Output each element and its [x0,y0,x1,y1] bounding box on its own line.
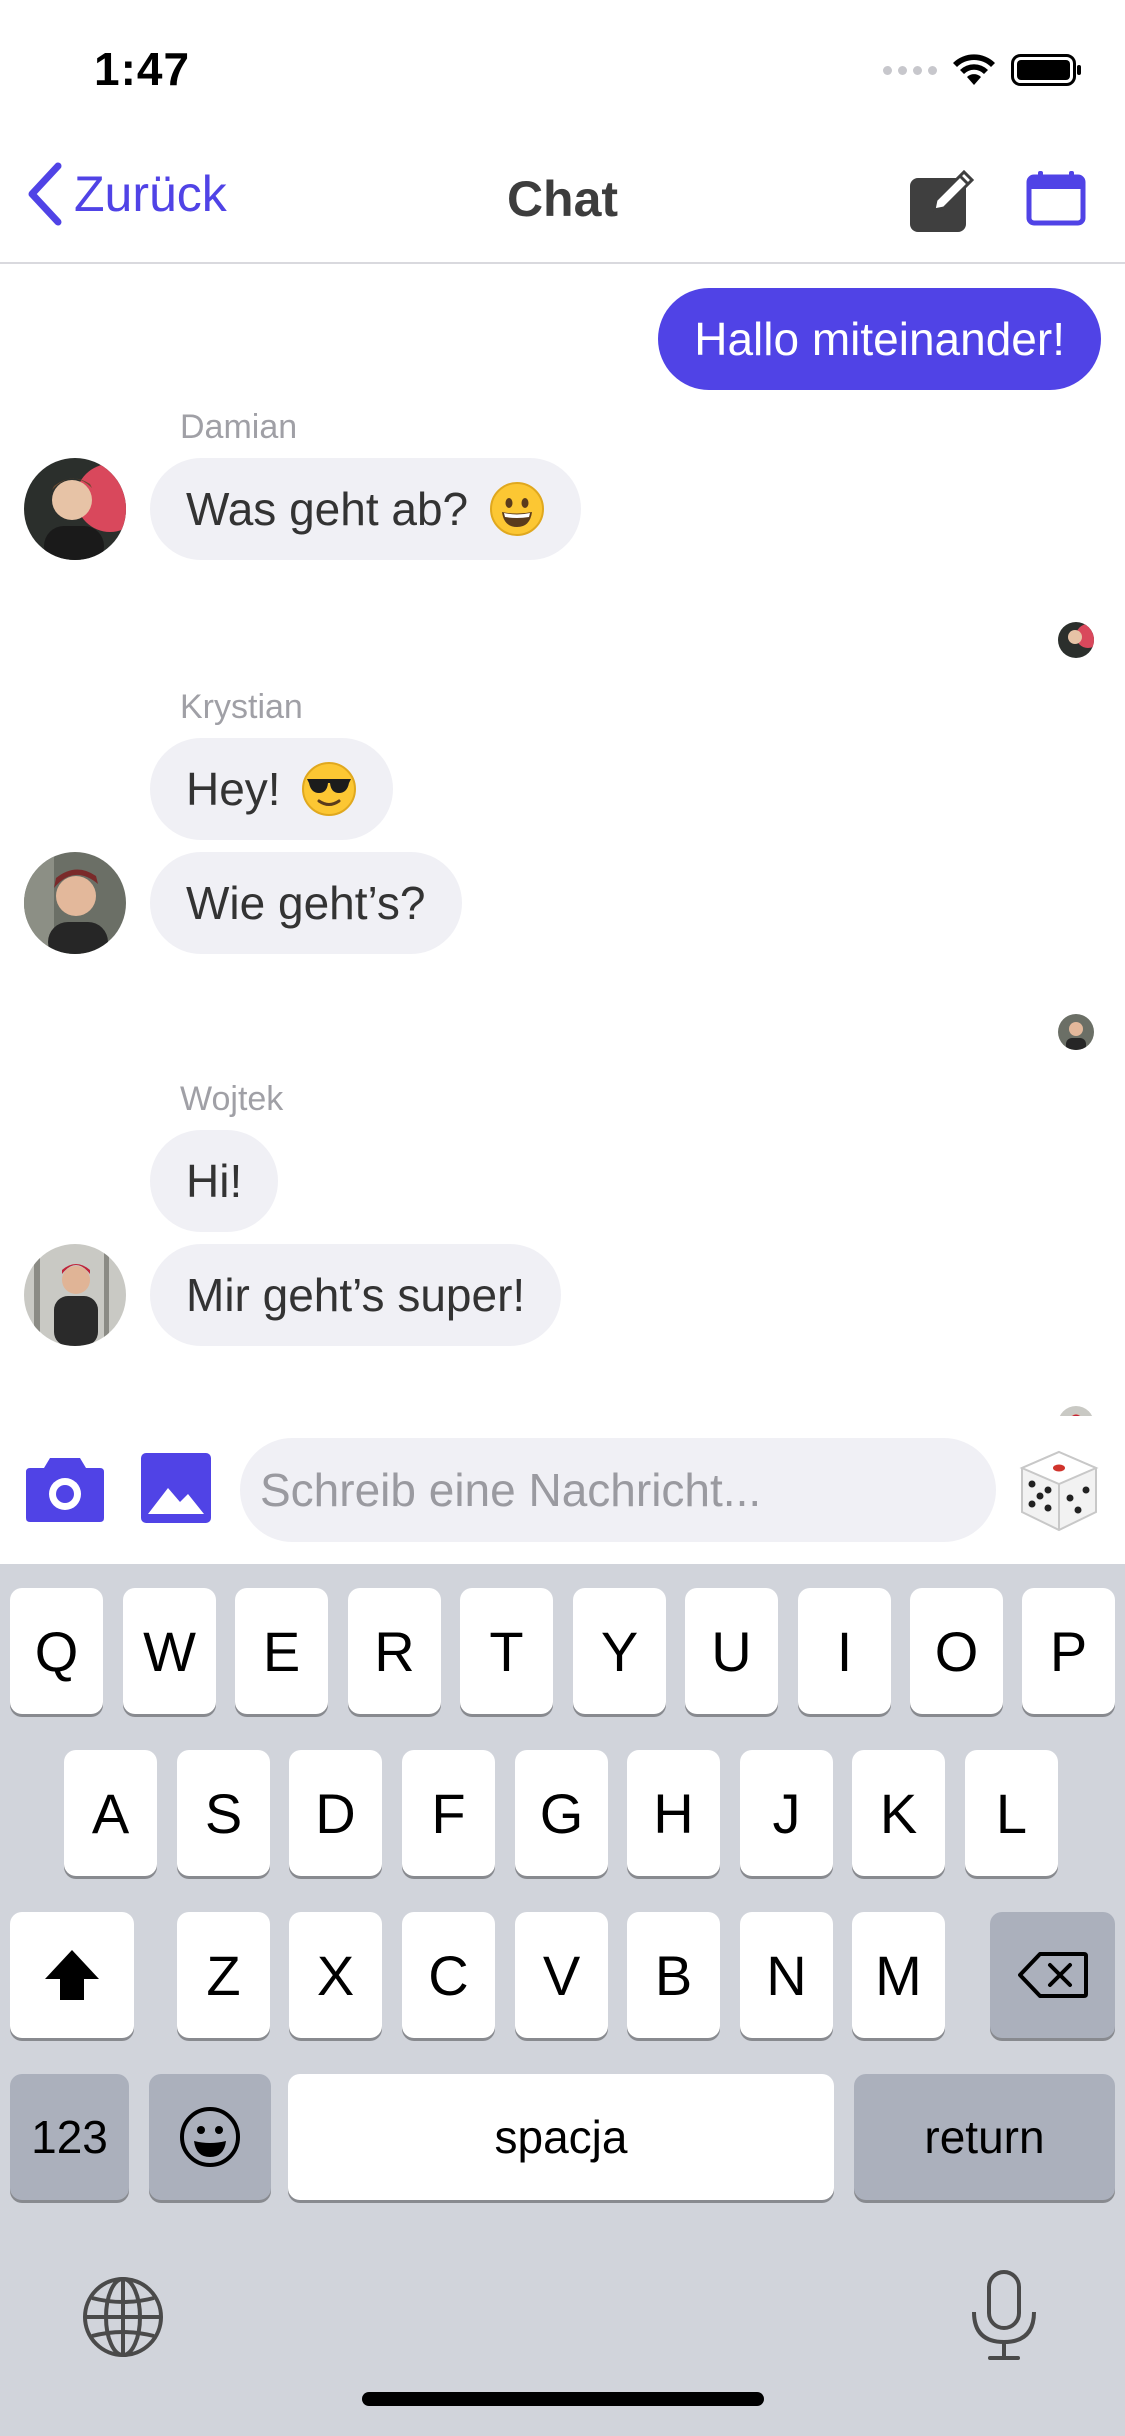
battery-icon [1011,54,1081,86]
key-g[interactable]: G [515,1750,608,1876]
avatar[interactable] [24,458,126,560]
read-receipt-avatar [1058,1014,1094,1050]
key-e[interactable]: E [235,1588,328,1714]
key-m[interactable]: M [852,1912,945,2038]
key-w[interactable]: W [123,1588,216,1714]
sender-name: Krystian [180,688,303,726]
globe-icon[interactable] [80,2274,166,2360]
key-z[interactable]: Z [177,1912,270,2038]
key-j[interactable]: J [740,1750,833,1876]
key-l[interactable]: L [965,1750,1058,1876]
composer-bar [0,1416,1125,1564]
signal-icon [883,65,937,75]
shift-key[interactable] [10,1912,134,2038]
message-bubble-incoming[interactable]: Mir geht’s super! [150,1244,562,1346]
status-icons [883,50,1083,90]
wifi-icon [953,54,995,85]
calendar-icon[interactable] [1026,170,1086,226]
key-b[interactable]: B [627,1912,720,2038]
key-q[interactable]: Q [10,1588,103,1714]
read-receipt-avatar [1058,1406,1094,1416]
key-o[interactable]: O [910,1588,1003,1714]
grinning-face-icon [489,481,544,536]
message-text: Was geht ab? [186,483,469,535]
key-t[interactable]: T [460,1588,553,1714]
key-s[interactable]: S [177,1750,270,1876]
status-bar: 1:47 [0,0,1125,132]
key-v[interactable]: V [515,1912,608,2038]
key-p[interactable]: P [1022,1588,1115,1714]
home-indicator[interactable] [362,2392,764,2406]
key-y[interactable]: Y [573,1588,666,1714]
backspace-key[interactable] [990,1912,1115,2038]
emoji-icon [180,2107,240,2167]
sender-name: Wojtek [180,1080,284,1118]
nav-bar: Zurück Chat [0,132,1125,264]
message-bubble-incoming[interactable]: Was geht ab? [150,458,581,560]
keyboard: Q W E R T Y U I O P A S D F G H J K L Z … [0,1564,1125,2436]
smiling-face-with-sunglasses-icon [302,761,357,816]
key-f[interactable]: F [402,1750,495,1876]
key-u[interactable]: U [685,1588,778,1714]
image-icon[interactable] [140,1452,212,1524]
key-c[interactable]: C [402,1912,495,2038]
message-text: Wie geht’s? [186,877,426,929]
key-h[interactable]: H [627,1750,720,1876]
space-key[interactable]: spacja [288,2074,834,2200]
key-r[interactable]: R [348,1588,441,1714]
camera-icon[interactable] [24,1452,106,1524]
dice-icon[interactable] [1016,1448,1102,1534]
return-key[interactable]: return [854,2074,1115,2200]
sender-name: Damian [180,408,298,446]
key-d[interactable]: D [289,1750,382,1876]
emoji-key[interactable] [149,2074,271,2200]
avatar[interactable] [24,1244,126,1346]
message-bubble-outgoing[interactable]: Hallo miteinander! [658,288,1101,390]
message-text: Mir geht’s super! [186,1269,526,1321]
avatar[interactable] [24,852,126,954]
backspace-icon [1017,1952,1088,1998]
key-i[interactable]: I [798,1588,891,1714]
key-k[interactable]: K [852,1750,945,1876]
message-text: Hi! [186,1155,243,1207]
numbers-key[interactable]: 123 [10,2074,129,2200]
key-x[interactable]: X [289,1912,382,2038]
message-bubble-incoming[interactable]: Wie geht’s? [150,852,462,954]
message-text: Hey! [186,763,281,815]
key-n[interactable]: N [740,1912,833,2038]
compose-icon[interactable] [908,166,976,234]
status-time: 1:47 [94,43,191,95]
microphone-icon[interactable] [964,2268,1044,2364]
read-receipt-avatar [1058,622,1094,658]
message-bubble-incoming[interactable]: Hi! [150,1130,279,1232]
key-a[interactable]: A [64,1750,157,1876]
message-list[interactable]: Hallo miteinander! Damian Was geht ab? K… [0,266,1125,1416]
message-input[interactable] [240,1438,996,1542]
shift-icon [45,1950,99,2000]
message-bubble-incoming[interactable]: Hey! [150,738,394,840]
message-text: Hallo miteinander! [694,313,1065,365]
